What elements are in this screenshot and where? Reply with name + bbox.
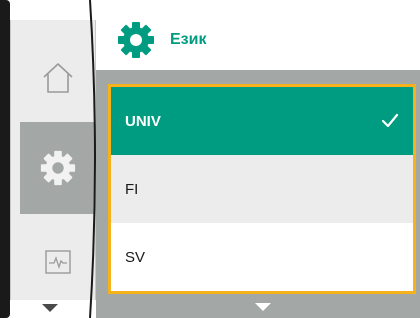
language-option-label: FI [125, 180, 139, 198]
page-header: Език [108, 18, 420, 62]
language-option-univ[interactable]: UNIV [111, 87, 413, 155]
screen: Език UNIV FI SV [0, 0, 420, 318]
sidebar-item-home[interactable] [20, 40, 95, 115]
sidebar-item-settings[interactable] [20, 122, 95, 214]
language-option-label: SV [125, 248, 146, 266]
checkmark-icon [381, 113, 399, 128]
chevron-down-icon[interactable] [42, 304, 58, 312]
home-icon [42, 62, 73, 93]
language-list: UNIV FI SV [108, 84, 416, 294]
language-option-label: UNIV [125, 112, 161, 130]
language-option-fi[interactable]: FI [111, 155, 413, 223]
pulse-monitor-icon [44, 250, 71, 274]
gear-icon [40, 150, 75, 186]
page-title: Език [170, 31, 207, 48]
language-option-sv[interactable]: SV [111, 223, 413, 291]
sidebar-item-monitor[interactable] [20, 232, 95, 292]
gear-icon [118, 22, 154, 58]
device-edge [0, 0, 10, 318]
chevron-down-icon[interactable] [255, 303, 271, 311]
